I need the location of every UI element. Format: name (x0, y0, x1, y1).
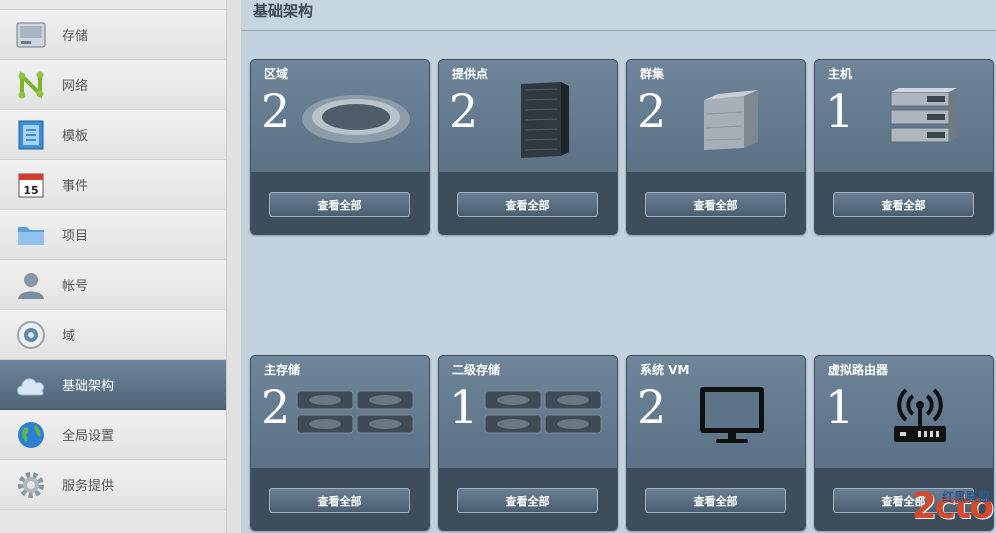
view-all-button[interactable]: 查看全部 (833, 192, 974, 217)
user-icon (0, 270, 62, 300)
card-zones: 区域 2 查看全部 (250, 59, 430, 235)
view-all-button[interactable]: 查看全部 (645, 488, 786, 513)
sidebar-item-label: 模板 (62, 129, 89, 144)
sidebar-item-domains[interactable]: 域 (0, 310, 226, 360)
sidebar-item-events[interactable]: 15 事件 (0, 160, 226, 210)
sidebar-item-accounts[interactable]: 帐号 (0, 260, 226, 310)
sidebar-item-projects[interactable]: 项目 (0, 210, 226, 260)
card-secondary-storage: 二级存储 1 查看全部 (438, 355, 618, 531)
sidebar-divider (226, 0, 241, 533)
card-title: 主机 (828, 67, 853, 81)
secondary-storage-icon (479, 370, 609, 460)
sidebar-item-label: 域 (62, 329, 76, 344)
monitor-icon (667, 370, 797, 460)
sidebar-item-infrastructure[interactable]: 基础架构 (0, 360, 226, 410)
sidebar-top-strip (0, 0, 226, 10)
cluster-cube-icon (667, 74, 797, 164)
card-count: 2 (637, 84, 667, 138)
sidebar-item-service-offerings[interactable]: 服务提供 (0, 460, 226, 510)
primary-storage-icon (291, 370, 421, 460)
sidebar-item-storage[interactable]: 存储 (0, 10, 226, 60)
card-clusters: 群集 2 查看全部 (626, 59, 806, 235)
view-all-button[interactable]: 查看全部 (269, 192, 410, 217)
card-primary-storage: 主存储 2 查看全部 (250, 355, 430, 531)
sidebar-item-template[interactable]: 模板 (0, 110, 226, 160)
view-all-button[interactable]: 查看全部 (645, 192, 786, 217)
card-count: 1 (449, 380, 479, 434)
sidebar-item-label: 服务提供 (62, 479, 115, 494)
storage-icon (0, 21, 62, 49)
pod-rack-icon (479, 74, 609, 164)
card-count: 1 (825, 84, 855, 138)
view-all-button[interactable]: 查看全部 (269, 488, 410, 513)
router-icon (855, 370, 985, 460)
card-count: 2 (449, 84, 479, 138)
main-panel: 基础架构 区域 2 查看全部 提供点 2 查看全部 群集 2 查看全部 主机 1… (241, 0, 996, 533)
card-count: 2 (637, 380, 667, 434)
sidebar-item-network[interactable]: 网络 (0, 60, 226, 110)
network-icon (0, 70, 62, 99)
view-all-button[interactable]: 查看全部 (457, 488, 598, 513)
zone-ring-icon (291, 74, 421, 164)
view-all-button[interactable]: 查看全部 (457, 192, 598, 217)
host-server-icon (855, 74, 985, 164)
sidebar-item-label: 帐号 (62, 279, 89, 294)
page-title: 基础架构 (241, 0, 996, 31)
card-hosts: 主机 1 查看全部 (814, 59, 994, 235)
template-icon (0, 120, 62, 150)
card-system-vm: 系统 VM 2 查看全部 (626, 355, 806, 531)
sidebar-item-label: 网络 (62, 79, 89, 94)
cloud-icon (0, 372, 62, 398)
card-pods: 提供点 2 查看全部 (438, 59, 618, 235)
calendar-icon: 15 (0, 171, 62, 199)
folder-icon (0, 222, 62, 248)
gear-icon (0, 470, 62, 500)
sidebar-item-label: 基础架构 (62, 379, 115, 394)
card-title: 群集 (640, 67, 665, 81)
sidebar-item-label: 全局设置 (62, 429, 115, 444)
watermark-logo: 2cto 红黑联盟 (912, 486, 994, 527)
sidebar-item-label: 项目 (62, 229, 89, 244)
sidebar-item-label: 存储 (62, 29, 89, 44)
sidebar-item-global-settings[interactable]: 全局设置 (0, 410, 226, 460)
domain-icon (0, 320, 62, 350)
card-count: 1 (825, 380, 855, 434)
card-count: 2 (261, 380, 291, 434)
card-title: 区域 (264, 67, 289, 81)
watermark-subtext: 红黑联盟 (941, 490, 990, 504)
sidebar-item-label: 事件 (62, 179, 89, 194)
card-count: 2 (261, 84, 291, 138)
globe-icon (0, 420, 62, 450)
sidebar: 存储 网络 模板 15 事件 项目 帐号 域 基础架构 全局设置 服务提供 (0, 0, 226, 533)
svg-text:15: 15 (23, 184, 38, 197)
